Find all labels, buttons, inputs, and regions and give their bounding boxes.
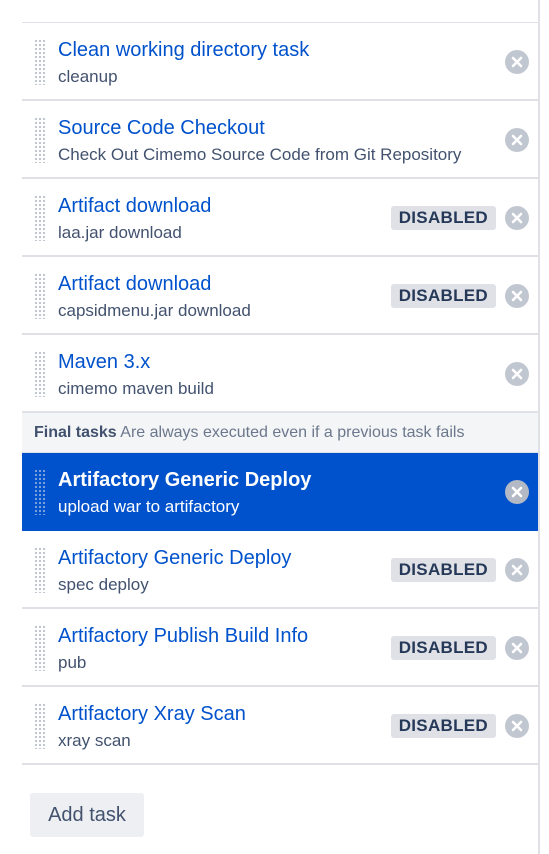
- task-title[interactable]: Maven 3.x: [58, 350, 150, 374]
- drag-handle-icon[interactable]: [34, 117, 46, 163]
- task-description: laa.jar download: [58, 223, 182, 242]
- task-row[interactable]: Clean working directory task cleanup: [22, 23, 538, 101]
- final-tasks-header: Final tasks Are always executed even if …: [22, 413, 538, 453]
- task-description: cimemo maven build: [58, 379, 214, 398]
- drag-handle-icon[interactable]: [34, 547, 46, 593]
- final-tasks-note: Are always executed even if a previous t…: [120, 424, 465, 441]
- remove-task-button[interactable]: [505, 284, 529, 308]
- task-title[interactable]: Artifact download: [58, 272, 211, 296]
- task-row[interactable]: Maven 3.x cimemo maven build: [22, 335, 538, 413]
- task-description: Check Out Cimemo Source Code from Git Re…: [58, 145, 462, 164]
- task-configuration-panel: Clean working directory task cleanup Sou…: [0, 0, 549, 854]
- task-row[interactable]: Artifact download laa.jar download DISAB…: [22, 179, 538, 257]
- drag-handle-icon[interactable]: [34, 469, 46, 515]
- remove-task-button[interactable]: [505, 206, 529, 230]
- disabled-badge: DISABLED: [390, 558, 496, 582]
- close-icon: [511, 56, 523, 68]
- task-title[interactable]: Artifactory Generic Deploy: [58, 546, 291, 570]
- task-title[interactable]: Artifactory Xray Scan: [58, 702, 246, 726]
- final-tasks-label: Final tasks: [34, 424, 117, 441]
- remove-task-button[interactable]: [505, 128, 529, 152]
- task-row[interactable]: Artifactory Publish Build Info pub DISAB…: [22, 609, 538, 687]
- drag-handle-icon[interactable]: [34, 39, 46, 85]
- drag-handle-icon[interactable]: [34, 703, 46, 749]
- task-description: xray scan: [58, 731, 131, 750]
- task-row-selected[interactable]: Artifactory Generic Deploy upload war to…: [22, 453, 538, 531]
- close-icon: [511, 212, 523, 224]
- close-icon: [511, 486, 523, 498]
- drag-handle-icon[interactable]: [34, 351, 46, 397]
- drag-handle-icon[interactable]: [34, 273, 46, 319]
- remove-task-button[interactable]: [505, 50, 529, 74]
- close-icon: [511, 720, 523, 732]
- task-title[interactable]: Clean working directory task: [58, 38, 309, 62]
- task-row[interactable]: Artifactory Generic Deploy spec deploy D…: [22, 531, 538, 609]
- close-icon: [511, 642, 523, 654]
- task-row[interactable]: Artifactory Xray Scan xray scan DISABLED: [22, 687, 538, 765]
- remove-task-button[interactable]: [505, 480, 529, 504]
- task-title[interactable]: Artifact download: [58, 194, 211, 218]
- close-icon: [511, 368, 523, 380]
- task-description: upload war to artifactory: [58, 497, 240, 516]
- panel-divider: [538, 0, 540, 854]
- task-description: spec deploy: [58, 575, 149, 594]
- disabled-badge: DISABLED: [390, 284, 496, 308]
- disabled-badge: DISABLED: [390, 636, 496, 660]
- remove-task-button[interactable]: [505, 714, 529, 738]
- task-row[interactable]: Source Code Checkout Check Out Cimemo So…: [22, 101, 538, 179]
- close-icon: [511, 564, 523, 576]
- drag-handle-icon[interactable]: [34, 195, 46, 241]
- disabled-badge: DISABLED: [390, 206, 496, 230]
- remove-task-button[interactable]: [505, 362, 529, 386]
- task-title[interactable]: Artifactory Publish Build Info: [58, 624, 308, 648]
- task-title[interactable]: Source Code Checkout: [58, 116, 265, 140]
- add-task-button[interactable]: Add task: [30, 793, 144, 837]
- remove-task-button[interactable]: [505, 558, 529, 582]
- drag-handle-icon[interactable]: [34, 625, 46, 671]
- close-icon: [511, 134, 523, 146]
- close-icon: [511, 290, 523, 302]
- task-list: Clean working directory task cleanup Sou…: [22, 22, 538, 765]
- task-description: capsidmenu.jar download: [58, 301, 251, 320]
- task-row[interactable]: Artifact download capsidmenu.jar downloa…: [22, 257, 538, 335]
- task-description: pub: [58, 653, 87, 672]
- task-title[interactable]: Artifactory Generic Deploy: [58, 468, 311, 492]
- task-description: cleanup: [58, 67, 118, 86]
- remove-task-button[interactable]: [505, 636, 529, 660]
- disabled-badge: DISABLED: [390, 714, 496, 738]
